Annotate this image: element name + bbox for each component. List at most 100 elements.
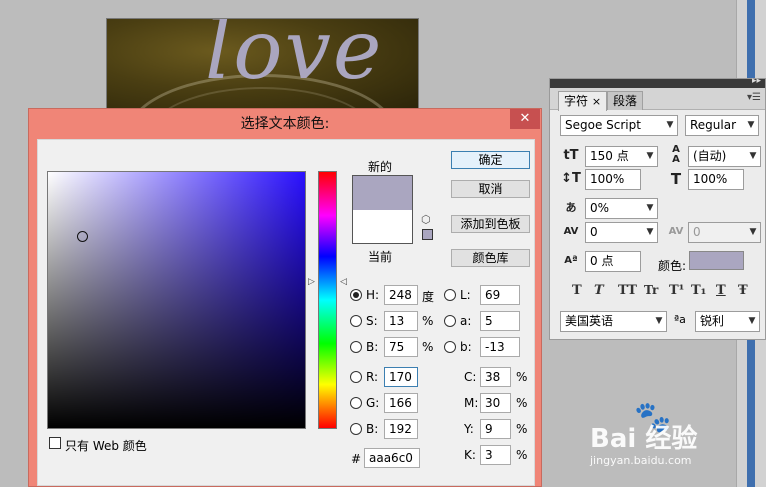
rgb-b-input[interactable]: 192	[384, 419, 418, 439]
cancel-button[interactable]: 取消	[451, 180, 530, 198]
c-value: 38	[485, 370, 501, 384]
subscript-button[interactable]: T₁	[691, 283, 706, 298]
rgb-b-value: 192	[389, 422, 412, 436]
horizontal-scale-value: 100%	[693, 172, 728, 186]
font-style-select[interactable]: Regular ▼	[685, 115, 759, 136]
document-canvas[interactable]: love	[106, 18, 419, 112]
underline-button[interactable]: T	[716, 283, 726, 298]
tab-paragraph-label: 段落	[613, 94, 638, 108]
tab-character[interactable]: 字符 ×	[558, 91, 608, 111]
character-panel: ▸▸ 字符 × 段落 ▾☰ Segoe Script ▼ Regular ▼ tT …	[549, 76, 766, 340]
kerning-icon: AV	[563, 226, 579, 237]
web-safe-color-swatch[interactable]	[422, 229, 433, 240]
lab-b-input[interactable]: -13	[480, 337, 520, 357]
chevron-down-icon: ▼	[748, 316, 756, 326]
hue-slider[interactable]	[318, 171, 337, 429]
s-value: 13	[389, 314, 405, 328]
tsume-input[interactable]: 0% ▼	[585, 198, 658, 219]
hue-slider-right-arrow[interactable]: ◁	[340, 277, 347, 287]
rgb-b-label: B:	[366, 422, 379, 436]
font-size-input[interactable]: 150 点 ▼	[585, 146, 658, 167]
font-size-value: 150 点	[590, 149, 629, 163]
close-icon[interactable]: ×	[592, 95, 601, 108]
hex-input[interactable]: aaa6c0	[364, 448, 420, 468]
radio-g[interactable]	[350, 397, 362, 409]
radio-b[interactable]	[350, 341, 362, 353]
c-input[interactable]: 38	[480, 367, 511, 387]
g-label: G:	[366, 396, 380, 410]
a-input[interactable]: 5	[480, 311, 520, 331]
small-caps-button[interactable]: Tr	[644, 283, 658, 297]
l-value: 69	[485, 288, 501, 302]
baseline-shift-value: 0 点	[590, 254, 614, 268]
current-color-label: 当前	[368, 250, 393, 264]
all-caps-button[interactable]: TT	[618, 283, 637, 298]
language-select[interactable]: 美国英语 ▼	[560, 311, 667, 332]
font-family-select[interactable]: Segoe Script ▼	[560, 115, 678, 136]
strikethrough-button[interactable]: Ŧ	[738, 283, 748, 298]
horizontal-scale-input[interactable]: 100%	[688, 169, 744, 190]
k-label: K:	[464, 448, 476, 462]
vertical-scale-input[interactable]: 100%	[585, 169, 641, 190]
s-input[interactable]: 13	[384, 311, 418, 331]
h-input[interactable]: 248	[384, 285, 418, 305]
k-value: 3	[485, 448, 493, 462]
baseline-shift-input[interactable]: 0 点	[585, 251, 641, 272]
k-input[interactable]: 3	[480, 445, 511, 465]
color-field[interactable]	[47, 171, 306, 429]
radio-rgb-b[interactable]	[350, 423, 362, 435]
tab-paragraph[interactable]: 段落	[607, 91, 644, 110]
leading-input[interactable]: (自动) ▼	[688, 146, 761, 167]
radio-h[interactable]	[350, 289, 362, 301]
tracking-input[interactable]: 0 ▼	[688, 222, 761, 243]
cube-icon[interactable]: ⬡	[421, 213, 431, 226]
h-label: H:	[366, 288, 380, 302]
radio-lab-b[interactable]	[444, 341, 456, 353]
collapse-icon[interactable]: ▸▸	[752, 76, 761, 86]
lab-b-label: b:	[460, 340, 472, 354]
radio-r[interactable]	[350, 371, 362, 383]
horizontal-scale-icon: T	[670, 170, 682, 188]
radio-l[interactable]	[444, 289, 456, 301]
web-only-checkbox[interactable]	[49, 437, 61, 449]
language-value: 美国英语	[565, 314, 614, 328]
g-input[interactable]: 166	[384, 393, 418, 413]
close-icon: ✕	[519, 111, 531, 126]
c-label: C:	[464, 370, 477, 384]
faux-bold-button[interactable]: T	[572, 283, 582, 298]
y-input[interactable]: 9	[480, 419, 511, 439]
hue-slider-left-arrow[interactable]: ▷	[308, 277, 315, 287]
ok-button[interactable]: 确定	[451, 151, 530, 169]
watermark-brand: Bai 经验	[590, 424, 698, 454]
color-picker-marker[interactable]	[77, 231, 88, 242]
anti-alias-select[interactable]: 锐利 ▼	[695, 311, 760, 332]
font-size-icon: tT	[563, 148, 579, 163]
l-input[interactable]: 69	[480, 285, 520, 305]
b-label: B:	[366, 340, 379, 354]
radio-a[interactable]	[444, 315, 456, 327]
b-input[interactable]: 75	[384, 337, 418, 357]
m-input[interactable]: 30	[480, 393, 511, 413]
panel-header[interactable]: ▸▸	[550, 76, 765, 88]
chevron-down-icon: ▼	[666, 120, 674, 130]
color-libraries-button[interactable]: 颜色库	[451, 249, 530, 267]
radio-s[interactable]	[350, 315, 362, 327]
current-color-swatch[interactable]	[353, 210, 412, 243]
text-color-swatch[interactable]	[689, 251, 744, 270]
hex-label: #	[351, 452, 362, 466]
r-value: 170	[389, 370, 412, 384]
h-value: 248	[389, 288, 412, 302]
panel-tabs: 字符 × 段落 ▾☰	[550, 88, 765, 111]
new-color-label: 新的	[368, 160, 393, 174]
faux-italic-button[interactable]: T	[594, 283, 604, 298]
a-value: 5	[485, 314, 493, 328]
tracking-value: 0	[693, 225, 701, 239]
chevron-down-icon: ▼	[655, 316, 663, 326]
r-input[interactable]: 170	[384, 367, 418, 387]
kerning-input[interactable]: 0 ▼	[585, 222, 658, 243]
panel-menu-icon[interactable]: ▾☰	[747, 92, 761, 103]
add-to-swatches-button[interactable]: 添加到色板	[451, 215, 530, 233]
superscript-button[interactable]: T¹	[669, 283, 684, 298]
c-unit: %	[516, 370, 528, 384]
close-button[interactable]: ✕	[510, 109, 540, 129]
